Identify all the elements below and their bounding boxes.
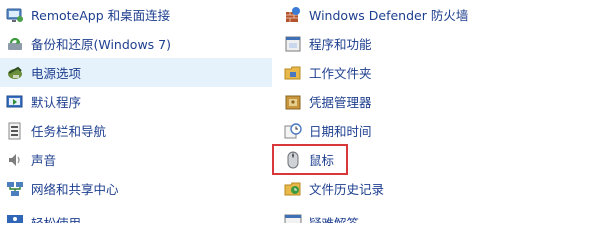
cp-item-network-sharing[interactable]: 网络和共享中心 [0,174,272,203]
cp-item-label: 日期和时间 [309,124,372,139]
firewall-icon [284,6,302,24]
cp-item-mouse[interactable]: 鼠标 [280,145,598,174]
cp-item-firewall[interactable]: Windows Defender 防火墙 [280,0,598,29]
cp-item-label: 疑难解答 [309,213,359,223]
cp-item-label: 网络和共享中心 [31,182,119,197]
file-history-icon [284,180,302,198]
taskbar-navigation-icon [6,122,24,140]
cp-item-work-folders[interactable]: 工作文件夹 [280,58,598,87]
control-panel-left-column: RemoteApp 和桌面连接 备份和还原(Windows 7) 电源选项 默认… [0,0,272,223]
cp-item-label: 工作文件夹 [309,66,372,81]
network-sharing-icon [6,180,24,198]
cp-item-programs-features[interactable]: 程序和功能 [280,29,598,58]
cp-item-date-time[interactable]: 日期和时间 [280,116,598,145]
backup-restore-icon [6,35,24,53]
cp-item-label: 声音 [31,153,57,168]
cp-item-credential-manager[interactable]: 凭据管理器 [280,87,598,116]
cp-item-label: 文件历史记录 [309,182,385,197]
cp-item-label: 轻松使用 [31,213,81,223]
date-time-icon [284,122,302,140]
cp-item-default-programs[interactable]: 默认程序 [0,87,272,116]
cp-item-label: 凭据管理器 [309,95,372,110]
cp-item-label: Windows Defender 防火墙 [309,8,469,23]
cp-item-file-history[interactable]: 文件历史记录 [280,174,598,203]
ease-of-access-icon [6,213,24,223]
cp-item-label: 鼠标 [309,153,335,168]
remoteapp-icon [6,6,24,24]
credential-manager-icon [284,93,302,111]
cp-item-label: 电源选项 [31,66,82,81]
cp-item-label: 程序和功能 [309,37,372,52]
control-panel-right-column: Windows Defender 防火墙 程序和功能 工作文件夹 凭据管理器 日… [280,0,598,223]
mouse-icon [284,151,302,169]
default-programs-icon [6,93,24,111]
cp-item-label: 备份和还原(Windows 7) [31,37,171,52]
cp-item-taskbar-navigation[interactable]: 任务栏和导航 [0,116,272,145]
programs-features-icon [284,35,302,53]
cp-item-remoteapp[interactable]: RemoteApp 和桌面连接 [0,0,272,29]
power-options-icon [6,64,24,82]
cp-item-backup-restore[interactable]: 备份和还原(Windows 7) [0,29,272,58]
cp-item-sound[interactable]: 声音 [0,145,272,174]
troubleshooting-icon [284,213,302,223]
cp-item-label: 默认程序 [31,95,82,110]
cp-item-label: 任务栏和导航 [31,124,107,139]
cp-item-power-options[interactable]: 电源选项 [0,58,272,87]
cp-item-troubleshooting[interactable]: 疑难解答 [280,203,598,223]
cp-item-label: RemoteApp 和桌面连接 [31,8,171,23]
work-folders-icon [284,64,302,82]
sound-icon [6,151,24,169]
cp-item-ease-of-access[interactable]: 轻松使用 [0,203,272,223]
